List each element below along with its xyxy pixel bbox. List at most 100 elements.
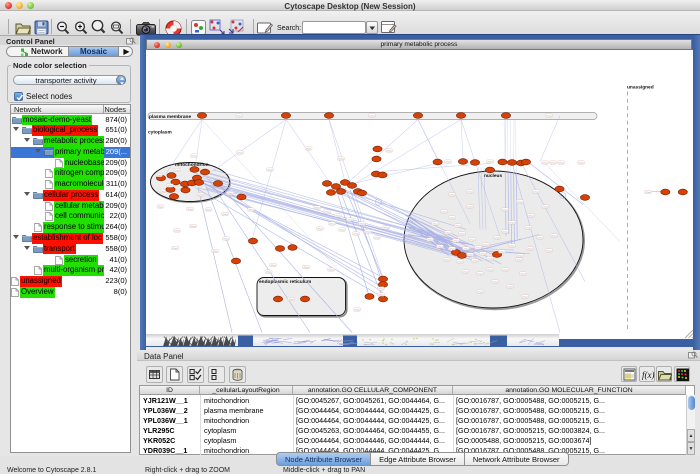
svg-text:(Yxx): (Yxx) [473,260,478,262]
svg-text:(Yxx): (Yxx) [488,258,493,260]
svg-text:(Yxx): (Yxx) [158,206,163,208]
svg-text:(Yxx): (Yxx) [191,225,196,227]
svg-text:(Yxx): (Yxx) [528,248,533,250]
svg-text:(Yxx): (Yxx) [508,286,513,288]
svg-text:(Yxx): (Yxx) [340,229,345,231]
svg-text:(Yxx): (Yxx) [379,288,384,290]
svg-text:(Yxx): (Yxx) [192,155,197,157]
svg-text:(Yxx): (Yxx) [579,162,584,164]
svg-text:f(x): f(x) [642,370,655,380]
svg-text:(Yxx): (Yxx) [318,228,323,230]
svg-text:(Yxx): (Yxx) [458,261,463,263]
svg-text:(Yxx): (Yxx) [503,231,508,233]
svg-text:(Yxx): (Yxx) [460,233,465,235]
svg-text:(Yxx): (Yxx) [534,191,539,193]
svg-text:(Yxx): (Yxx) [268,169,273,171]
svg-text:(Yxx): (Yxx) [500,251,505,253]
svg-text:(Yxx): (Yxx) [454,240,459,242]
svg-text:(Yxx): (Yxx) [370,115,375,117]
svg-text:(Yxx): (Yxx) [523,296,528,298]
svg-text:(Yxx): (Yxx) [547,250,552,252]
svg-text:(Yxx): (Yxx) [330,223,335,225]
svg-text:(Yxx): (Yxx) [446,232,451,234]
svg-text:plasma membrane: plasma membrane [149,114,191,120]
svg-text:(Yxx): (Yxx) [199,194,204,196]
svg-text:(Yxx): (Yxx) [484,244,489,246]
svg-text:(Yxx): (Yxx) [348,219,353,221]
svg-text:(Yxx): (Yxx) [521,273,526,275]
svg-text:(Yxx): (Yxx) [478,291,483,293]
svg-text:(Yxx): (Yxx) [450,194,455,196]
svg-text:(Yxx): (Yxx) [438,246,443,248]
svg-text:(Yxx): (Yxx) [552,235,557,237]
svg-text:(Yxx): (Yxx) [493,281,498,283]
svg-text:(Yxx): (Yxx) [464,248,469,250]
svg-text:(Yxx): (Yxx) [355,309,360,311]
svg-text:(Yxx): (Yxx) [646,191,651,193]
svg-text:(Yxx): (Yxx) [366,231,371,233]
svg-text:(Yxx): (Yxx) [175,230,180,232]
svg-text:(Yxx): (Yxx) [168,185,173,187]
svg-text:(Yxx): (Yxx) [173,247,178,249]
svg-text:unassigned: unassigned [627,84,654,90]
svg-text:(Yxx): (Yxx) [478,273,483,275]
svg-text:(Yxx): (Yxx) [450,217,455,219]
svg-text:(Yxx): (Yxx) [360,223,365,225]
svg-text:cytoplasm: cytoplasm [148,129,172,135]
svg-text:(Yxx): (Yxx) [468,254,473,256]
svg-text:(Yxx): (Yxx) [518,201,523,203]
svg-text:(Yxx): (Yxx) [336,215,341,217]
svg-text:(Yxx): (Yxx) [446,161,451,163]
svg-text:(Yxx): (Yxx) [551,162,556,164]
svg-text:(Yxx): (Yxx) [160,190,165,192]
svg-text:(Yxx): (Yxx) [249,209,254,211]
svg-text:(Yxx): (Yxx) [375,237,380,239]
svg-text:(Yxx): (Yxx) [510,222,515,224]
svg-text:(Yxx): (Yxx) [315,207,320,209]
svg-text:(Yxx): (Yxx) [543,206,548,208]
svg-text:(Yxx): (Yxx) [223,213,228,215]
svg-text:(Yxx): (Yxx) [495,237,500,239]
svg-text:(Yxx): (Yxx) [510,245,515,247]
svg-text:(Yxx): (Yxx) [325,211,330,213]
svg-text:(Yxx): (Yxx) [306,148,311,150]
svg-text:(Yxx): (Yxx) [543,162,548,164]
svg-text:(Yxx): (Yxx) [289,298,294,300]
svg-text:(Yxx): (Yxx) [456,225,461,227]
svg-text:(Yxx): (Yxx) [468,191,473,193]
svg-text:(Yxx): (Yxx) [442,211,447,213]
svg-text:(Yxx): (Yxx) [450,248,455,250]
svg-text:(Yxx): (Yxx) [354,233,359,235]
svg-text:(Yxx): (Yxx) [445,259,450,261]
svg-text:(Yxx): (Yxx) [538,237,543,239]
svg-text:(Yxx): (Yxx) [384,227,389,229]
svg-text:(Yxx): (Yxx) [463,271,468,273]
svg-text:(Yxx): (Yxx) [488,269,493,271]
svg-text:(Yxx): (Yxx) [213,250,218,252]
svg-text:(Yxx): (Yxx) [238,152,243,154]
svg-text:(Yxx): (Yxx) [529,215,534,217]
svg-text:(Yxx): (Yxx) [518,255,523,257]
svg-text:(Yxx): (Yxx) [470,239,475,241]
svg-text:(Yxx): (Yxx) [503,209,508,211]
svg-text:(Yxx): (Yxx) [547,115,552,117]
svg-text:(Yxx): (Yxx) [387,150,392,152]
svg-text:(Yxx): (Yxx) [379,294,384,296]
svg-text:(Yxx): (Yxx) [266,271,271,273]
svg-text:(Yxx): (Yxx) [206,209,211,211]
svg-text:nucleus: nucleus [484,173,502,179]
svg-text:(Yxx): (Yxx) [228,192,233,194]
svg-text:endoplasmic reticulum: endoplasmic reticulum [259,279,311,285]
svg-text:(Yxx): (Yxx) [157,174,162,176]
svg-text:(Yxx): (Yxx) [517,259,522,261]
svg-text:(Yxx): (Yxx) [304,266,309,268]
svg-text:(Yxx): (Yxx) [237,115,242,117]
svg-text:(Yxx): (Yxx) [481,253,486,255]
svg-text:(Yxx): (Yxx) [559,162,564,164]
svg-text:(Yxx): (Yxx) [428,239,433,241]
svg-text:(Yxx): (Yxx) [188,208,193,210]
svg-text:(Yxx): (Yxx) [271,264,276,266]
svg-text:(Yxx): (Yxx) [433,223,438,225]
svg-text:(Yxx): (Yxx) [175,169,180,171]
svg-text:(Yxx): (Yxx) [526,227,531,229]
